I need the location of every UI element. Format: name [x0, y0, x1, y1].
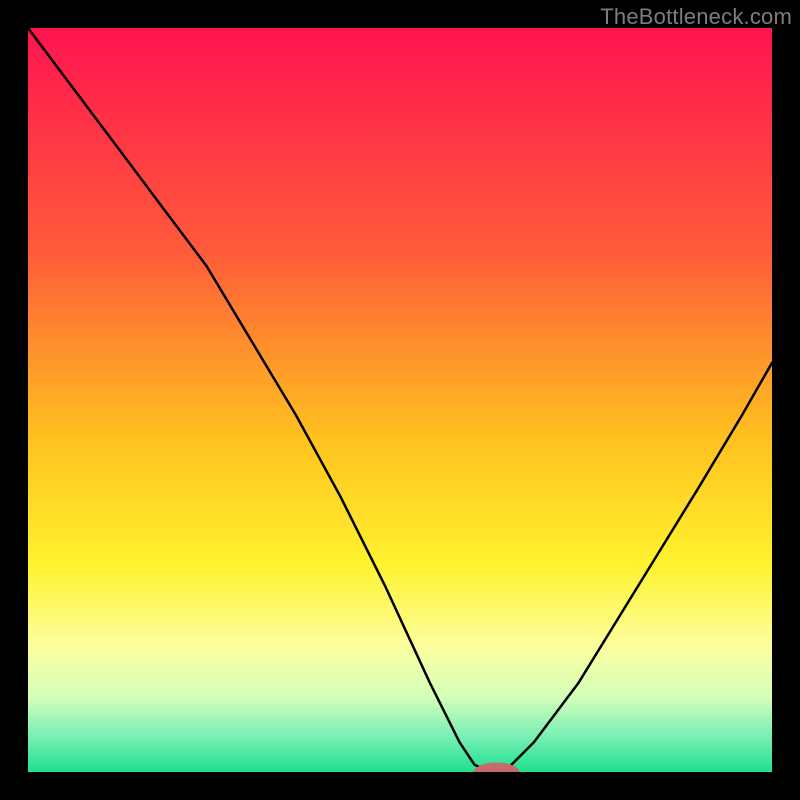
watermark-text: TheBottleneck.com: [600, 4, 792, 30]
chart-frame: TheBottleneck.com: [0, 0, 800, 800]
chart-svg: [28, 28, 772, 772]
gradient-background: [28, 28, 772, 772]
plot-area: [28, 28, 772, 772]
